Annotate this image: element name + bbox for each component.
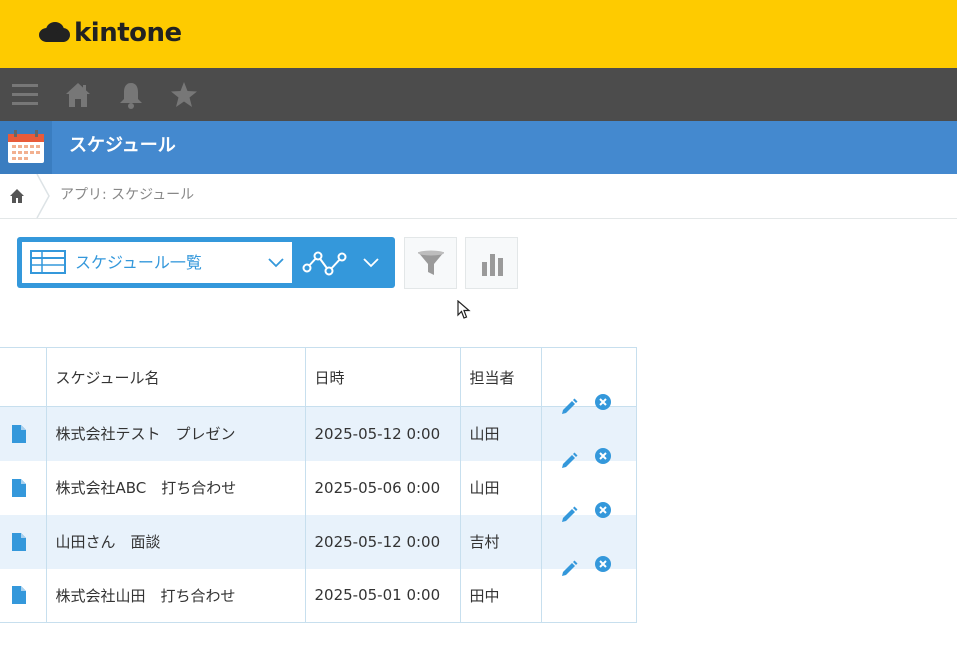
cell-datetime: 2025-05-06 0:00 xyxy=(305,460,461,515)
menu-icon[interactable] xyxy=(10,80,40,110)
brand-name: kintone xyxy=(74,18,182,48)
breadcrumb-separator xyxy=(36,174,50,218)
document-icon[interactable] xyxy=(12,478,26,497)
mouse-cursor-icon xyxy=(457,300,471,319)
kintone-logo[interactable]: kintone xyxy=(38,18,182,48)
breadcrumb: アプリ: スケジュール xyxy=(0,174,957,219)
document-icon[interactable] xyxy=(12,532,26,551)
records-table: スケジュール名 日時 担当者 株式会社テスト プレゼン 2025-05-12 0… xyxy=(0,347,637,623)
view-select-dropdown[interactable]: スケジュール一覧 xyxy=(22,242,292,283)
cell-owner: 山田 xyxy=(460,460,542,515)
table-row: 山田さん 面談 2025-05-12 0:00 吉村 xyxy=(0,501,637,569)
cell-owner: 山田 xyxy=(460,406,542,461)
delete-icon[interactable] xyxy=(594,501,611,518)
bar-chart-icon xyxy=(482,254,503,276)
delete-icon[interactable] xyxy=(594,394,611,410)
delete-icon[interactable] xyxy=(594,447,611,464)
cell-schedule-name: 株式会社山田 打ち合わせ xyxy=(46,568,306,623)
table-row: 株式会社山田 打ち合わせ 2025-05-01 0:00 田中 xyxy=(0,555,637,623)
app-header: スケジュール xyxy=(0,121,957,174)
view-selector-box: スケジュール一覧 xyxy=(17,237,395,288)
global-nav xyxy=(0,68,957,121)
breadcrumb-home-icon[interactable] xyxy=(9,188,25,204)
star-icon[interactable] xyxy=(169,80,199,110)
cell-owner: 吉村 xyxy=(460,514,542,569)
breadcrumb-app-link[interactable]: アプリ: スケジュール xyxy=(60,174,194,216)
chevron-down-icon xyxy=(268,258,284,268)
cell-datetime: 2025-05-01 0:00 xyxy=(305,568,461,623)
filter-button[interactable] xyxy=(404,237,457,289)
cell-schedule-name: 株式会社ABC 打ち合わせ xyxy=(46,460,306,515)
table-row: 株式会社ABC 打ち合わせ 2025-05-06 0:00 山田 xyxy=(0,447,637,515)
header-actions xyxy=(541,347,637,407)
table-header-row: スケジュール名 日時 担当者 xyxy=(0,347,637,407)
bell-icon[interactable] xyxy=(116,80,146,110)
delete-icon[interactable] xyxy=(594,555,611,572)
table-row: 株式会社テスト プレゼン 2025-05-12 0:00 山田 xyxy=(0,394,637,461)
cell-schedule-name: 株式会社テスト プレゼン xyxy=(46,406,306,461)
header-bar: kintone xyxy=(0,0,957,68)
cell-datetime: 2025-05-12 0:00 xyxy=(305,406,461,461)
cell-schedule-name: 山田さん 面談 xyxy=(46,514,306,569)
graph-icon[interactable] xyxy=(302,248,348,278)
header-owner[interactable]: 担当者 xyxy=(460,347,542,407)
home-icon[interactable] xyxy=(63,80,93,110)
pencil-icon[interactable] xyxy=(560,506,578,524)
graph-chevron-down-icon[interactable] xyxy=(363,256,379,268)
cloud-logo-icon xyxy=(39,22,70,42)
header-detail xyxy=(0,347,47,407)
header-datetime[interactable]: 日時 xyxy=(305,347,461,407)
calendar-app-icon xyxy=(0,121,52,174)
view-name: スケジュール一覧 xyxy=(75,253,202,272)
document-icon[interactable] xyxy=(12,586,26,605)
document-icon[interactable] xyxy=(12,424,26,443)
pencil-icon[interactable] xyxy=(560,452,578,470)
table-view-icon xyxy=(30,250,66,274)
app-title: スケジュール xyxy=(69,135,176,156)
chart-button[interactable] xyxy=(465,237,518,289)
pencil-icon[interactable] xyxy=(560,398,578,416)
header-schedule-name[interactable]: スケジュール名 xyxy=(46,347,306,407)
pencil-icon[interactable] xyxy=(560,560,578,578)
cell-owner: 田中 xyxy=(460,568,542,623)
filter-icon xyxy=(418,250,444,275)
cell-datetime: 2025-05-12 0:00 xyxy=(305,514,461,569)
